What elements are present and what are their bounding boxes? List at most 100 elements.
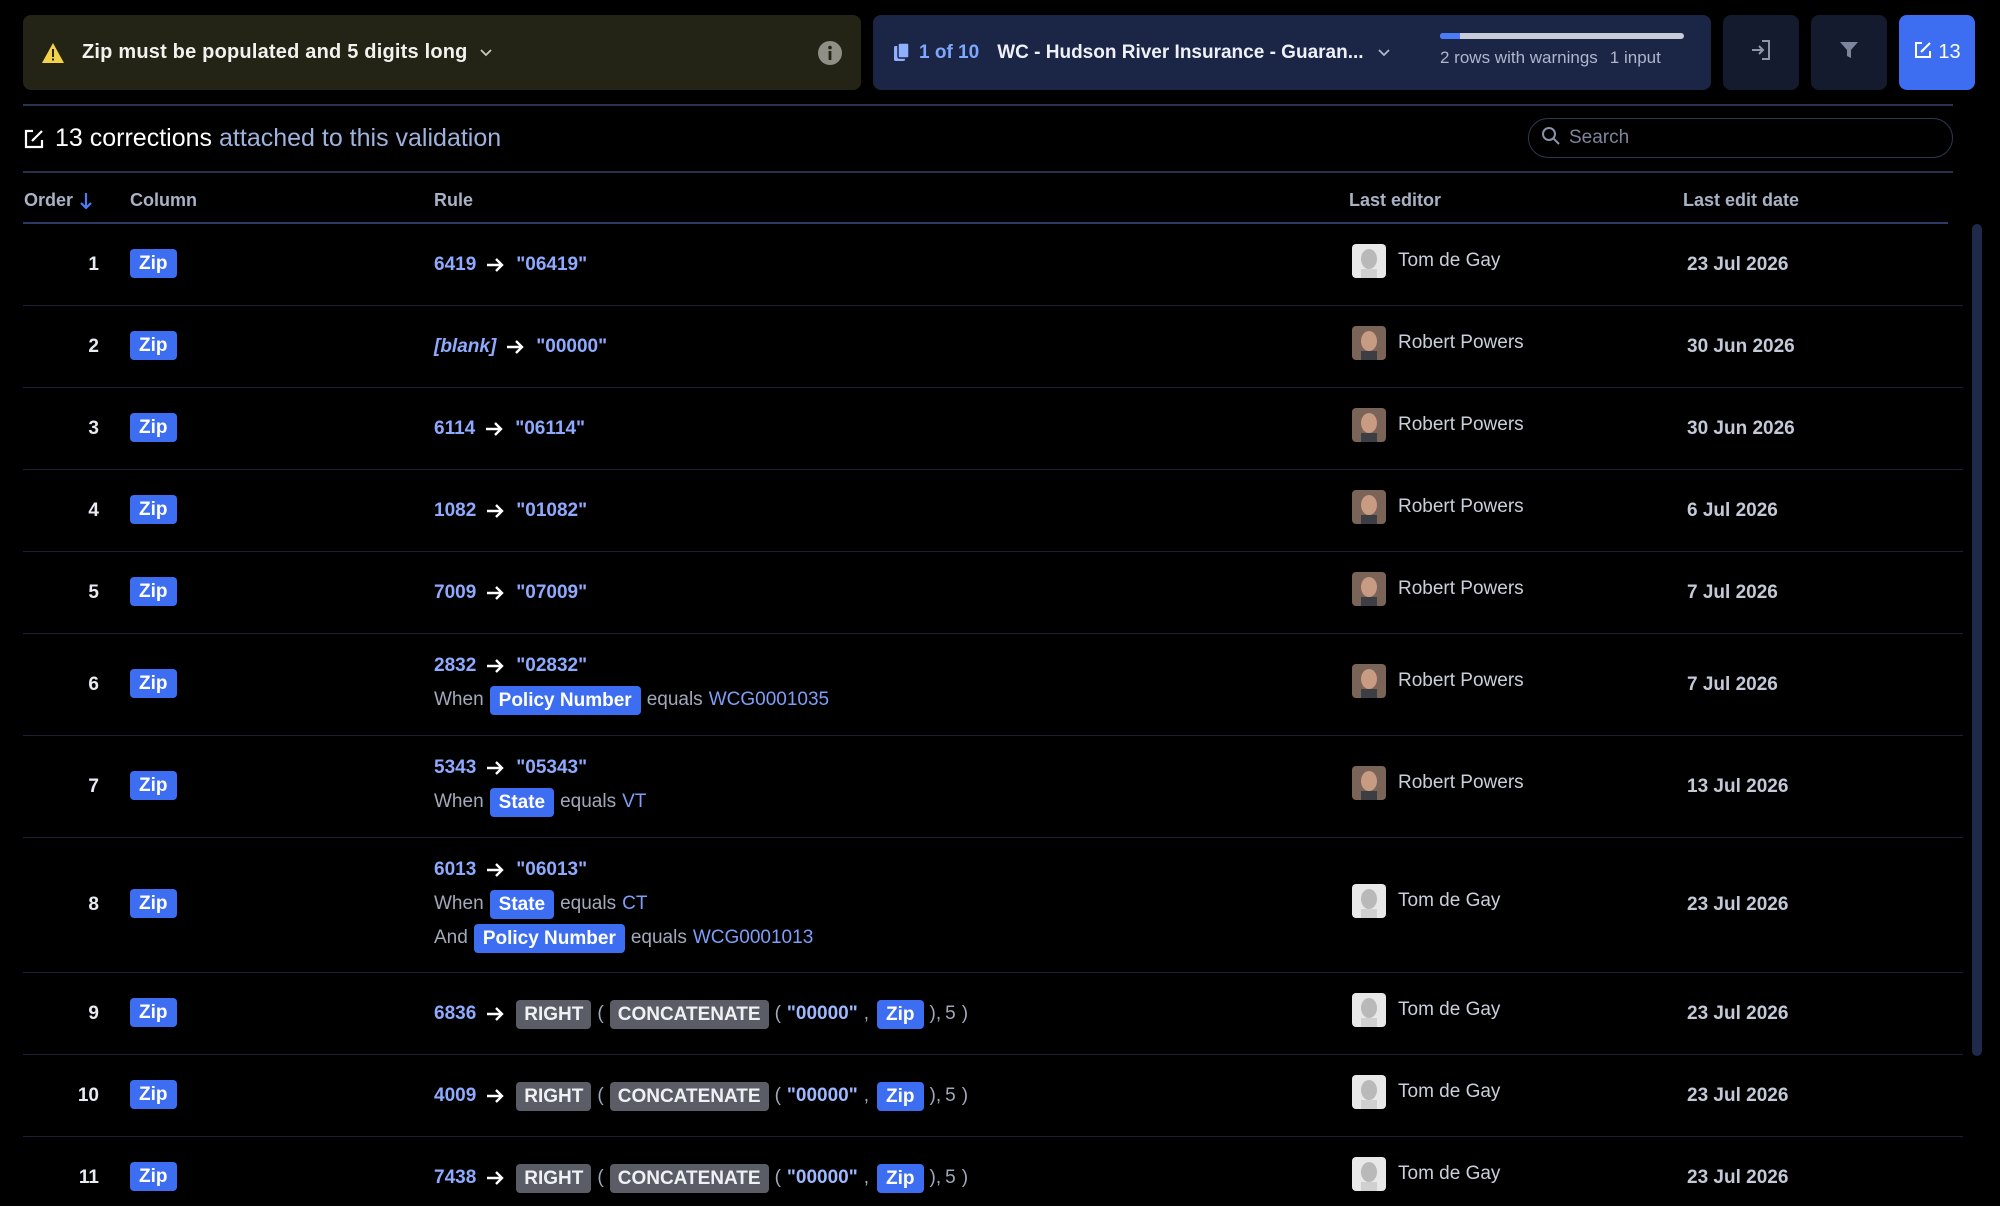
field-chip: Zip [877,1081,924,1111]
search-input[interactable] [1569,127,1929,149]
scrollbar[interactable] [1972,224,1982,1056]
arrow-right-icon [487,258,504,272]
avatar [1352,1157,1386,1191]
rule-condition: When State equals VT [434,787,646,817]
file-name: WC - Hudson River Insurance - Guaran... [997,41,1364,63]
row-order: 5 [88,582,99,603]
rule-to-value: "07009" [516,582,588,603]
rule-cell: 2832 "02832" When Policy Number equals W… [434,651,829,715]
field-chip: Zip [877,999,924,1029]
avatar [1352,326,1386,360]
editor-name: Robert Powers [1398,332,1524,353]
column-chip: Zip [130,1162,177,1191]
string-literal: "00000" [786,1085,858,1106]
string-literal: "00000" [786,1003,858,1024]
column-header-rule[interactable]: Rule [434,190,473,211]
rule-cell: 6836 RIGHT ( CONCATENATE ( "00000" , Zip… [434,999,968,1029]
column-header-last-edit-date[interactable]: Last edit date [1683,190,1799,211]
progress-fill [1440,33,1460,39]
column-cell: Zip [130,249,177,278]
edit-date: 23 Jul 2026 [1687,1003,1789,1024]
column-cell: Zip [130,889,177,918]
rule-from-value: 6419 [434,254,477,275]
arrow-down-icon[interactable] [79,192,93,210]
login-icon [1749,38,1773,67]
corrections-table: 1 Zip 6419 "06419" Tom de Gay 23 Jul 202… [23,224,1963,1206]
table-row[interactable]: 2 Zip [blank] "00000" Robert Powers 30 J… [23,306,1963,388]
column-chip: Zip [130,669,177,698]
table-row[interactable]: 1 Zip 6419 "06419" Tom de Gay 23 Jul 202… [23,224,1963,306]
avatar [1352,884,1386,918]
avatar [1352,490,1386,524]
filter-icon [1838,39,1860,66]
table-row[interactable]: 5 Zip 7009 "07009" Robert Powers 7 Jul 2… [23,552,1963,634]
rule-from-value: 7438 [434,1167,477,1188]
edit-date: 13 Jul 2026 [1687,776,1789,797]
rule-from-value: 6836 [434,1003,477,1024]
arrow-right-icon [486,422,503,436]
row-order: 10 [77,1085,99,1106]
search-icon [1541,126,1561,151]
editor-name: Robert Powers [1398,670,1524,691]
table-row[interactable]: 4 Zip 1082 "01082" Robert Powers 6 Jul 2… [23,470,1963,552]
table-row[interactable]: 10 Zip 4009 RIGHT ( CONCATENATE ( "00000… [23,1055,1963,1137]
divider [23,171,1953,173]
condition-value: CT [622,893,648,914]
table-row[interactable]: 8 Zip 6013 "06013" When State equals CT … [23,838,1963,973]
table-row[interactable]: 11 Zip 7438 RIGHT ( CONCATENATE ( "00000… [23,1137,1963,1206]
rule-condition: And Policy Number equals WCG0001013 [434,923,813,953]
progress-bar [1440,33,1684,39]
corrections-count-label: 13 corrections [55,124,213,152]
table-row[interactable]: 7 Zip 5343 "05343" When State equals VT … [23,736,1963,838]
editor-cell: Tom de Gay [1352,244,1500,278]
info-icon[interactable] [817,40,843,66]
edit-date: 6 Jul 2026 [1687,500,1778,521]
number-literal: 5 [945,1085,956,1106]
editor-name: Robert Powers [1398,414,1524,435]
column-chip: Zip [130,577,177,606]
filter-button[interactable] [1811,15,1887,90]
rule-to-value: "06419" [516,254,588,275]
rule-cell: 7438 RIGHT ( CONCATENATE ( "00000" , Zip… [434,1163,968,1193]
divider [23,104,1953,106]
table-row[interactable]: 9 Zip 6836 RIGHT ( CONCATENATE ( "00000"… [23,973,1963,1055]
rule-cell: 1082 "01082" [434,496,587,526]
column-header-last-editor[interactable]: Last editor [1349,190,1441,211]
function-chip: CONCATENATE [609,999,769,1029]
row-order: 1 [88,254,99,275]
editor-name: Tom de Gay [1398,1163,1501,1184]
table-header: Order Column Rule Last editor Last edit … [23,190,1948,222]
arrow-right-icon [487,1089,504,1103]
files-icon [893,41,911,64]
column-header-column[interactable]: Column [130,190,197,211]
login-button[interactable] [1723,15,1799,90]
arrow-right-icon [487,504,504,518]
editor-cell: Robert Powers [1352,664,1524,698]
rule-from-value: [blank] [434,336,497,357]
editor-cell: Tom de Gay [1352,884,1500,918]
rule-to-value: "05343" [516,757,588,778]
rule-from-value: 6013 [434,859,477,880]
search-box[interactable] [1528,118,1953,158]
chevron-down-icon[interactable] [479,46,494,60]
table-row[interactable]: 3 Zip 6114 "06114" Robert Powers 30 Jun … [23,388,1963,470]
chevron-down-icon[interactable] [1377,46,1392,60]
column-cell: Zip [130,495,177,524]
edit-date: 23 Jul 2026 [1687,1085,1789,1106]
table-row[interactable]: 6 Zip 2832 "02832" When Policy Number eq… [23,634,1963,736]
function-chip: CONCATENATE [609,1163,769,1193]
avatar [1352,1075,1386,1109]
avatar [1352,993,1386,1027]
rule-cell: 6419 "06419" [434,250,587,280]
field-chip: Policy Number [489,685,641,715]
edit-icon [23,128,45,150]
editor-cell: Tom de Gay [1352,993,1500,1027]
string-literal: "00000" [786,1167,858,1188]
file-selector[interactable]: 1 of 10 WC - Hudson River Insurance - Gu… [873,15,1711,90]
corrections-count: 13 [1938,41,1961,63]
validation-selector[interactable]: Zip must be populated and 5 digits long [23,15,861,90]
function-chip: RIGHT [516,1163,592,1193]
column-header-order[interactable]: Order [24,190,93,211]
row-order: 4 [88,500,99,521]
corrections-button[interactable]: 13 [1899,15,1975,90]
